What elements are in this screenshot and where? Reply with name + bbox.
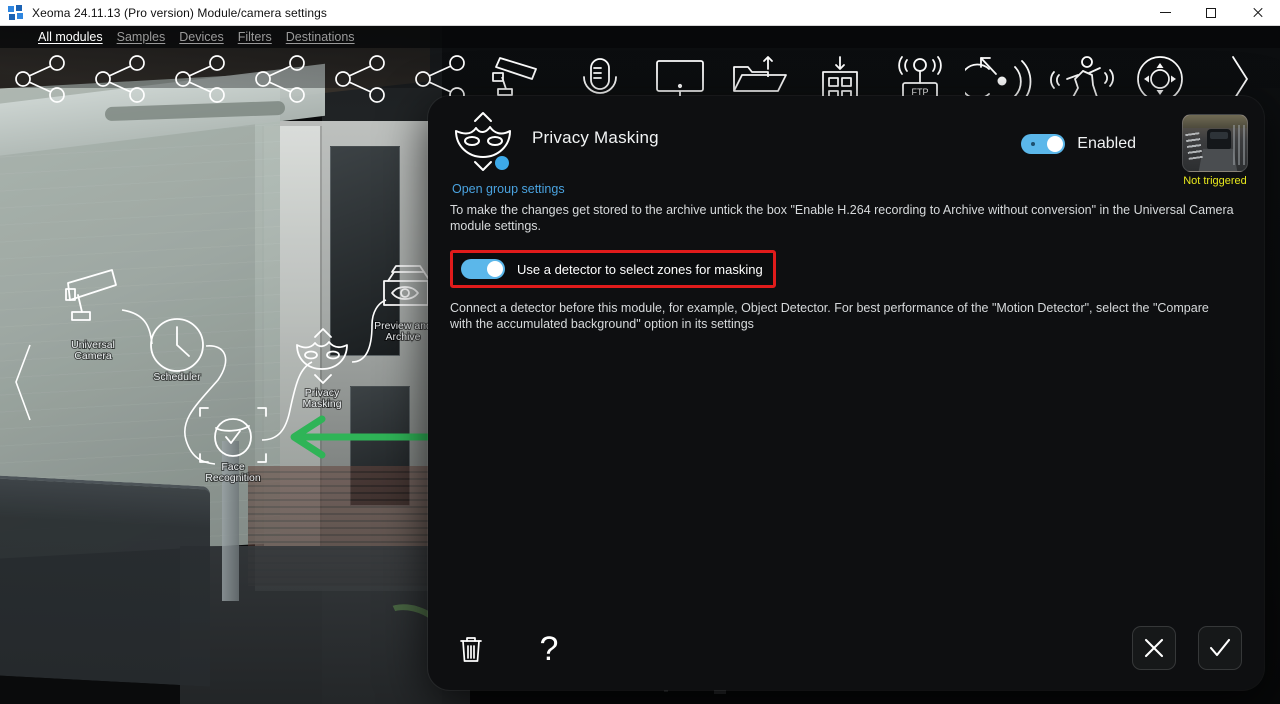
minimize-button[interactable] bbox=[1142, 0, 1188, 26]
maximize-button[interactable] bbox=[1188, 0, 1234, 26]
module-chain-icon-3[interactable] bbox=[160, 48, 240, 110]
maximize-icon bbox=[1206, 7, 1216, 18]
footer-right-actions bbox=[1132, 626, 1242, 670]
trigger-status-badge: Not triggered bbox=[1183, 175, 1247, 187]
module-settings-dialog: Privacy Masking Open group settings Enab… bbox=[428, 96, 1264, 690]
thumb-fence bbox=[1233, 125, 1245, 165]
module-chain-icon-5[interactable] bbox=[320, 48, 400, 110]
thumb-car bbox=[1207, 129, 1231, 149]
close-button[interactable] bbox=[1234, 0, 1280, 26]
app-root: Xeoma 24.11.13 (Pro version) Module/came… bbox=[0, 0, 1280, 704]
dialog-title: Privacy Masking bbox=[532, 128, 659, 147]
use-detector-label: Use a detector to select zones for maski… bbox=[517, 261, 763, 277]
use-detector-toggle[interactable] bbox=[461, 259, 505, 279]
window-controls bbox=[1142, 0, 1280, 26]
confirm-button[interactable] bbox=[1198, 626, 1242, 670]
dialog-body: To make the changes get stored to the ar… bbox=[428, 188, 1264, 628]
xeoma-logo-icon bbox=[8, 4, 24, 21]
use-detector-option-row[interactable]: Use a detector to select zones for maski… bbox=[450, 250, 776, 288]
enabled-label: Enabled bbox=[1077, 135, 1136, 152]
module-preview-thumbnail-group: Not triggered bbox=[1182, 114, 1248, 187]
enabled-toggle-knob bbox=[1047, 136, 1064, 152]
thumb-driveway bbox=[1198, 148, 1238, 171]
enabled-toggle-group: Enabled bbox=[1021, 134, 1136, 154]
help-button[interactable]: ? bbox=[532, 630, 566, 668]
tab-samples[interactable]: Samples bbox=[117, 30, 166, 44]
window-titlebar: Xeoma 24.11.13 (Pro version) Module/came… bbox=[0, 0, 1280, 26]
cancel-x-icon bbox=[1144, 638, 1164, 658]
thumb-ladder bbox=[1185, 132, 1203, 160]
detector-hint-text: Connect a detector before this module, f… bbox=[450, 301, 1209, 331]
privacy-masking-mask-icon bbox=[455, 112, 511, 171]
bg-downspout bbox=[222, 441, 239, 601]
bg-planter-box bbox=[0, 475, 210, 687]
delete-module-button[interactable] bbox=[454, 630, 488, 668]
use-detector-toggle-knob bbox=[487, 261, 503, 277]
enabled-toggle[interactable] bbox=[1021, 134, 1066, 154]
dialog-footer: ? bbox=[428, 606, 1264, 690]
module-category-tabs: All modules Samples Devices Filters Dest… bbox=[0, 26, 1280, 48]
tab-all-modules[interactable]: All modules bbox=[38, 30, 103, 44]
module-preview-thumbnail[interactable] bbox=[1182, 114, 1248, 172]
archive-note-text: To make the changes get stored to the ar… bbox=[450, 203, 1234, 233]
module-chain-icon-1[interactable] bbox=[0, 48, 80, 110]
confirm-check-icon bbox=[1209, 638, 1231, 657]
dialog-header: Privacy Masking Open group settings Enab… bbox=[428, 96, 1264, 196]
trash-icon bbox=[460, 637, 482, 662]
enabled-toggle-dot bbox=[1031, 142, 1036, 146]
question-mark-icon: ? bbox=[539, 630, 559, 668]
module-chain-icon-4[interactable] bbox=[240, 48, 320, 110]
tab-destinations[interactable]: Destinations bbox=[286, 30, 355, 44]
close-icon bbox=[1252, 7, 1263, 18]
window-title: Xeoma 24.11.13 (Pro version) Module/came… bbox=[32, 5, 328, 20]
footer-left-actions: ? bbox=[454, 630, 566, 668]
minimize-icon bbox=[1159, 12, 1171, 13]
tab-devices[interactable]: Devices bbox=[179, 30, 223, 44]
tab-filters[interactable]: Filters bbox=[238, 30, 272, 44]
module-chain-icon-2[interactable] bbox=[80, 48, 160, 110]
cancel-button[interactable] bbox=[1132, 626, 1176, 670]
bg-window-1 bbox=[330, 146, 400, 356]
